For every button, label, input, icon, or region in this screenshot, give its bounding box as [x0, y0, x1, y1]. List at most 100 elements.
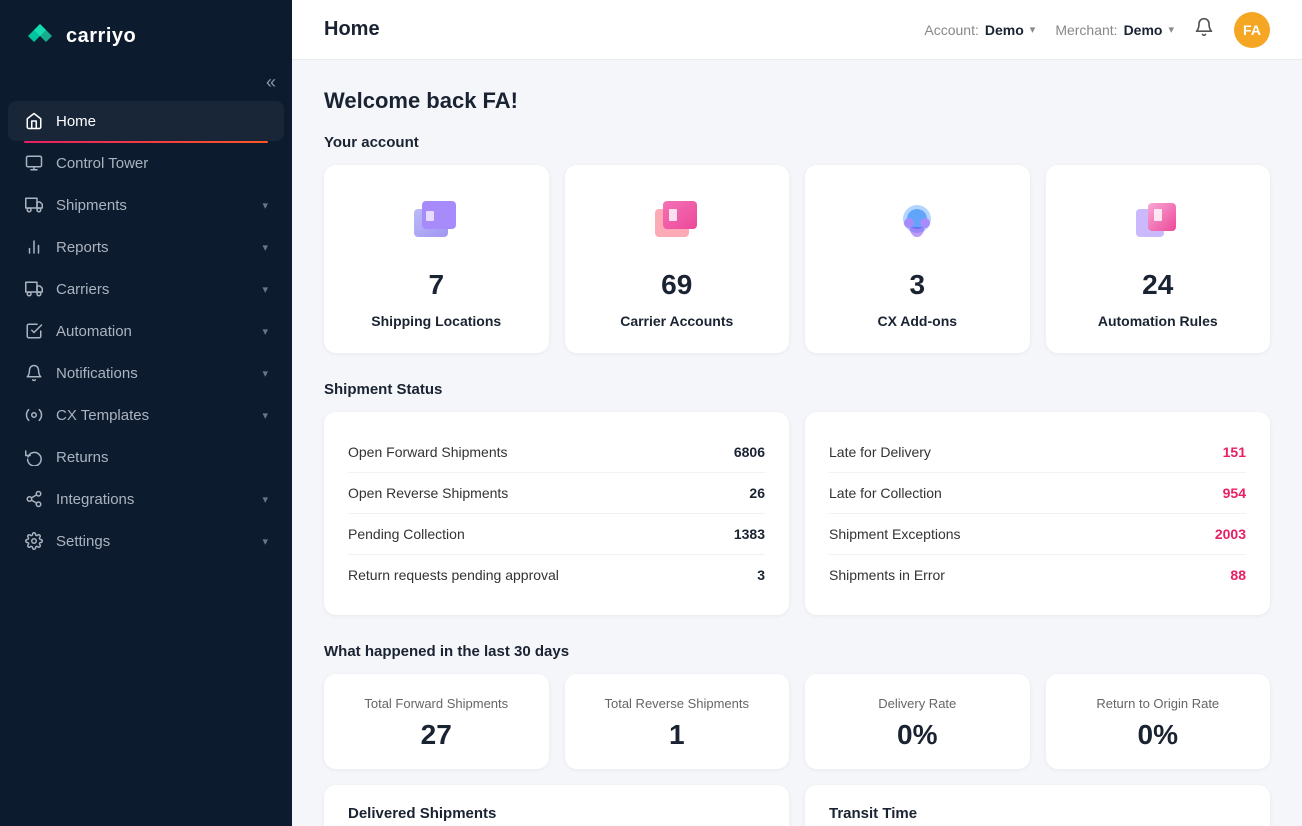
settings-chevron-icon: ▾ [262, 535, 268, 548]
sidebar-item-carriers-label: Carriers [56, 281, 250, 298]
late-for-delivery-label: Late for Delivery [829, 444, 931, 460]
user-avatar[interactable]: FA [1234, 12, 1270, 48]
sidebar-item-notifications[interactable]: Notifications ▾ [8, 353, 284, 393]
account-label: Account: [924, 22, 978, 38]
settings-icon [24, 531, 44, 551]
automation-rules-label: Automation Rules [1098, 313, 1218, 329]
logo-area: carriyo [0, 0, 292, 72]
merchant-chevron-icon[interactable]: ▾ [1168, 23, 1174, 36]
delivered-shipments-card[interactable]: Delivered Shipments last 30 days [324, 785, 789, 826]
sidebar-item-cx-templates[interactable]: CX Templates ▾ [8, 395, 284, 435]
account-cards-grid: 7 Shipping Locations [324, 165, 1270, 353]
sidebar-item-home[interactable]: Home [8, 101, 284, 141]
notifications-button[interactable] [1194, 17, 1214, 43]
open-reverse-shipments-row[interactable]: Open Reverse Shipments 26 [348, 473, 765, 514]
shipment-exceptions-label: Shipment Exceptions [829, 526, 961, 542]
return-requests-label: Return requests pending approval [348, 567, 559, 583]
sidebar-item-reports[interactable]: Reports ▾ [8, 227, 284, 267]
sidebar-collapse-area: « [0, 72, 292, 101]
shipment-status-section-title: Shipment Status [324, 381, 1270, 398]
reports-chevron-icon: ▾ [262, 241, 268, 254]
shipping-locations-icon [404, 193, 468, 257]
sidebar-item-shipments[interactable]: Shipments ▾ [8, 185, 284, 225]
delivery-rate-label: Delivery Rate [825, 696, 1010, 711]
open-forward-shipments-label: Open Forward Shipments [348, 444, 508, 460]
sidebar: carriyo « Home Control Tower Shipments ▾ [0, 0, 292, 826]
integrations-icon [24, 489, 44, 509]
carrier-accounts-label: Carrier Accounts [620, 313, 733, 329]
late-for-delivery-row[interactable]: Late for Delivery 151 [829, 432, 1246, 473]
last30-cards-grid: Total Forward Shipments 27 Total Reverse… [324, 674, 1270, 769]
sidebar-collapse-button[interactable]: « [266, 72, 276, 93]
cx-templates-icon [24, 405, 44, 425]
pending-collection-row[interactable]: Pending Collection 1383 [348, 514, 765, 555]
pending-collection-label: Pending Collection [348, 526, 465, 542]
shipments-in-error-label: Shipments in Error [829, 567, 945, 583]
sidebar-item-settings-label: Settings [56, 533, 250, 550]
shipments-chevron-icon: ▾ [262, 199, 268, 212]
carrier-accounts-card[interactable]: 69 Carrier Accounts [565, 165, 790, 353]
account-chevron-icon[interactable]: ▾ [1030, 23, 1036, 36]
open-forward-shipments-row[interactable]: Open Forward Shipments 6806 [348, 432, 765, 473]
sidebar-item-automation-label: Automation [56, 323, 250, 340]
shipping-locations-label: Shipping Locations [371, 313, 501, 329]
total-forward-shipments-card[interactable]: Total Forward Shipments 27 [324, 674, 549, 769]
sidebar-navigation: Home Control Tower Shipments ▾ Reports ▾ [0, 101, 292, 561]
shipment-exceptions-value: 2003 [1215, 526, 1246, 542]
shipping-locations-card[interactable]: 7 Shipping Locations [324, 165, 549, 353]
shipments-in-error-row[interactable]: Shipments in Error 88 [829, 555, 1246, 595]
account-selector[interactable]: Account: Demo ▾ [924, 22, 1035, 38]
return-requests-row[interactable]: Return requests pending approval 3 [348, 555, 765, 595]
open-forward-shipments-value: 6806 [734, 444, 765, 460]
notifications-chevron-icon: ▾ [262, 367, 268, 380]
page-content: Welcome back FA! Your account [292, 60, 1302, 826]
automation-rules-value: 24 [1142, 269, 1173, 301]
sidebar-item-control-tower[interactable]: Control Tower [8, 143, 284, 183]
logo-text: carriyo [66, 25, 136, 48]
return-to-origin-rate-label: Return to Origin Rate [1066, 696, 1251, 711]
returns-icon [24, 447, 44, 467]
automation-rules-card[interactable]: 24 Automation Rules [1046, 165, 1271, 353]
transit-time-card[interactable]: Transit Time last 30 days [805, 785, 1270, 826]
carriyo-logo-icon [24, 20, 56, 52]
sidebar-item-returns[interactable]: Returns [8, 437, 284, 477]
shipping-locations-value: 7 [428, 269, 444, 301]
shipments-icon [24, 195, 44, 215]
sidebar-item-control-tower-label: Control Tower [56, 155, 268, 172]
cx-templates-chevron-icon: ▾ [262, 409, 268, 422]
merchant-selector[interactable]: Merchant: Demo ▾ [1055, 22, 1174, 38]
open-reverse-shipments-label: Open Reverse Shipments [348, 485, 508, 501]
account-value: Demo [985, 22, 1024, 38]
carriers-chevron-icon: ▾ [262, 283, 268, 296]
total-forward-shipments-label: Total Forward Shipments [344, 696, 529, 711]
automation-rules-icon [1126, 193, 1190, 257]
sidebar-item-automation[interactable]: Automation ▾ [8, 311, 284, 351]
delivery-rate-value: 0% [825, 719, 1010, 751]
return-to-origin-rate-card[interactable]: Return to Origin Rate 0% [1046, 674, 1271, 769]
cx-addons-icon [885, 193, 949, 257]
total-reverse-shipments-value: 1 [585, 719, 770, 751]
sidebar-item-returns-label: Returns [56, 449, 268, 466]
shipment-status-grid: Open Forward Shipments 6806 Open Reverse… [324, 412, 1270, 615]
last30-section-title: What happened in the last 30 days [324, 643, 1270, 660]
delivery-rate-card[interactable]: Delivery Rate 0% [805, 674, 1030, 769]
control-tower-icon [24, 153, 44, 173]
late-for-collection-row[interactable]: Late for Collection 954 [829, 473, 1246, 514]
merchant-label: Merchant: [1055, 22, 1117, 38]
sidebar-item-settings[interactable]: Settings ▾ [8, 521, 284, 561]
sidebar-item-notifications-label: Notifications [56, 365, 250, 382]
page-title: Home [324, 18, 380, 41]
cx-addons-card[interactable]: 3 CX Add-ons [805, 165, 1030, 353]
total-reverse-shipments-label: Total Reverse Shipments [585, 696, 770, 711]
total-forward-shipments-value: 27 [344, 719, 529, 751]
shipment-exceptions-row[interactable]: Shipment Exceptions 2003 [829, 514, 1246, 555]
cx-addons-label: CX Add-ons [877, 313, 957, 329]
total-reverse-shipments-card[interactable]: Total Reverse Shipments 1 [565, 674, 790, 769]
shipment-status-right-card: Late for Delivery 151 Late for Collectio… [805, 412, 1270, 615]
home-icon [24, 111, 44, 131]
sidebar-item-integrations[interactable]: Integrations ▾ [8, 479, 284, 519]
shipments-in-error-value: 88 [1230, 567, 1246, 583]
sidebar-item-shipments-label: Shipments [56, 197, 250, 214]
sidebar-item-carriers[interactable]: Carriers ▾ [8, 269, 284, 309]
return-requests-value: 3 [757, 567, 765, 583]
